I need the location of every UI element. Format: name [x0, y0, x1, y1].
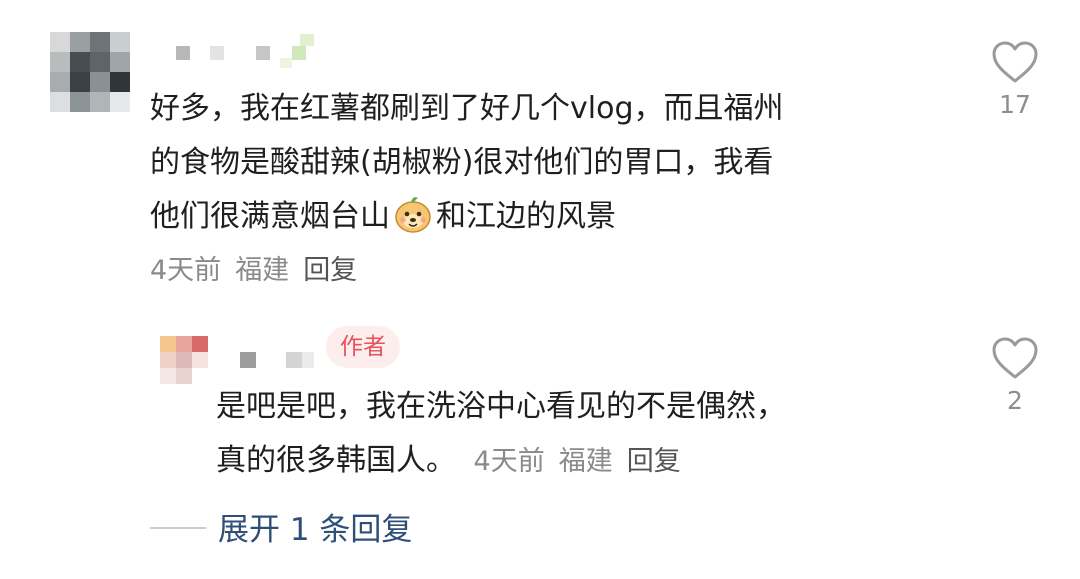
comment-line: 是吧是吧，我在洗浴中心看见的不是偶然，	[216, 389, 786, 424]
username-obscured[interactable]	[170, 30, 340, 70]
comment-line-part: 他们很满意烟台山	[150, 199, 390, 234]
reply-comment-meta: 4天前 福建 回复	[474, 446, 681, 477]
comment-line-part: 和江边的风景	[436, 199, 616, 234]
comment-line: 的食物是酸甜辣(胡椒粉)很对他们的胃口，我看	[150, 145, 774, 180]
comment-location: 福建	[558, 446, 613, 477]
expand-replies-label[interactable]: 展开 1 条回复	[218, 504, 412, 549]
reply-button[interactable]: 回复	[303, 255, 357, 286]
comment-time: 4天前	[473, 446, 545, 477]
like-count: 2	[1007, 386, 1023, 415]
reply-comment-text: 是吧是吧，我在洗浴中心看见的不是偶然， 真的很多韩国人。 4天前 福建 回复	[216, 380, 786, 489]
divider-line	[150, 527, 206, 529]
comment-text: 好多，我在红薯都刷到了好几个vlog，而且福州 的食物是酸甜辣(胡椒粉)很对他们…	[150, 82, 784, 244]
like-button[interactable]: 17	[991, 40, 1039, 119]
comment-line-part: 真的很多韩国人。	[216, 443, 456, 478]
smiling-bun-emoji-icon	[392, 194, 434, 234]
comment-line: 真的很多韩国人。 4天前 福建 回复	[216, 434, 786, 489]
comment-meta: 4天前 福建 回复	[150, 248, 357, 287]
author-name-obscured[interactable]	[236, 346, 326, 372]
reply-button[interactable]: 回复	[627, 446, 681, 477]
comment-time: 4天前	[150, 255, 222, 286]
avatar[interactable]	[50, 32, 130, 112]
like-button[interactable]: 2	[991, 336, 1039, 415]
like-count: 17	[999, 90, 1031, 119]
heart-outline-icon	[992, 337, 1038, 379]
author-badge: 作者	[326, 326, 400, 368]
comment-line: 好多，我在红薯都刷到了好几个vlog，而且福州	[150, 91, 784, 126]
author-avatar[interactable]	[160, 336, 208, 384]
comment-line: 他们很满意烟台山 和江边的风景	[150, 190, 784, 244]
heart-outline-icon	[992, 41, 1038, 83]
comment-location: 福建	[235, 255, 290, 286]
